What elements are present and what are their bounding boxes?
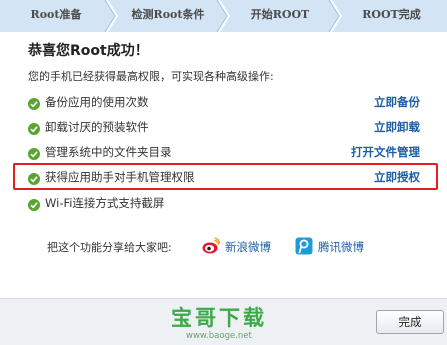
tencent-weibo-label: 腾讯微博: [318, 240, 364, 254]
feature-label: 获得应用助手对手机管理权限: [45, 170, 195, 184]
uninstall-now-link[interactable]: 立即卸载: [374, 119, 420, 135]
open-file-manager-link[interactable]: 打开文件管理: [351, 144, 420, 160]
watermark-text: 宝哥下载: [171, 306, 267, 330]
authorize-now-link[interactable]: 立即授权: [374, 169, 420, 185]
sina-weibo-label: 新浪微博: [225, 240, 271, 254]
success-title: 恭喜您Root成功！: [28, 43, 149, 59]
progress-steps: Root准备 检测Root条件 开始ROOT ROOT完成: [0, 0, 447, 32]
feature-label: 备份应用的使用次数: [45, 95, 149, 109]
tencent-weibo-icon: [295, 237, 313, 255]
feature-label: 卸载讨厌的预装软件: [45, 120, 149, 134]
feature-row-file-manager: 管理系统中的文件夹目录 打开文件管理: [28, 141, 426, 163]
done-button[interactable]: 完成: [376, 310, 444, 334]
check-icon: [28, 196, 40, 211]
feature-row-backup: 备份应用的使用次数 立即备份: [28, 91, 426, 113]
feature-label: Wi-Fi连接方式支持截屏: [45, 196, 165, 210]
check-icon: [28, 120, 40, 135]
feature-row-authorize: 获得应用助手对手机管理权限 立即授权: [28, 166, 426, 188]
share-tencent-weibo-button[interactable]: 腾讯微博: [295, 235, 385, 257]
share-label: 把这个功能分享给大家吧:: [47, 241, 172, 254]
step-start-root: 开始ROOT: [250, 8, 310, 21]
step-root-complete: ROOT完成: [362, 8, 421, 21]
step-root-prepare: Root准备: [30, 8, 82, 21]
sina-weibo-icon: [202, 237, 221, 255]
feature-row-wifi-screenshot: Wi-Fi连接方式支持截屏: [28, 192, 426, 214]
share-sina-weibo-button[interactable]: 新浪微博: [202, 235, 292, 257]
watermark-logo: 宝哥下载 www.baoge.net: [168, 300, 278, 345]
check-icon: [28, 170, 40, 185]
feature-row-uninstall: 卸载讨厌的预装软件 立即卸载: [28, 116, 426, 138]
watermark-url: www.baoge.net: [186, 331, 252, 341]
check-icon: [28, 145, 40, 160]
step-check-root: 检测Root条件: [131, 8, 205, 21]
check-icon: [28, 95, 40, 110]
success-subtitle: 您的手机已经获得最高权限，可实现各种高级操作:: [28, 70, 274, 83]
backup-now-link[interactable]: 立即备份: [374, 94, 420, 110]
feature-label: 管理系统中的文件夹目录: [45, 145, 172, 159]
